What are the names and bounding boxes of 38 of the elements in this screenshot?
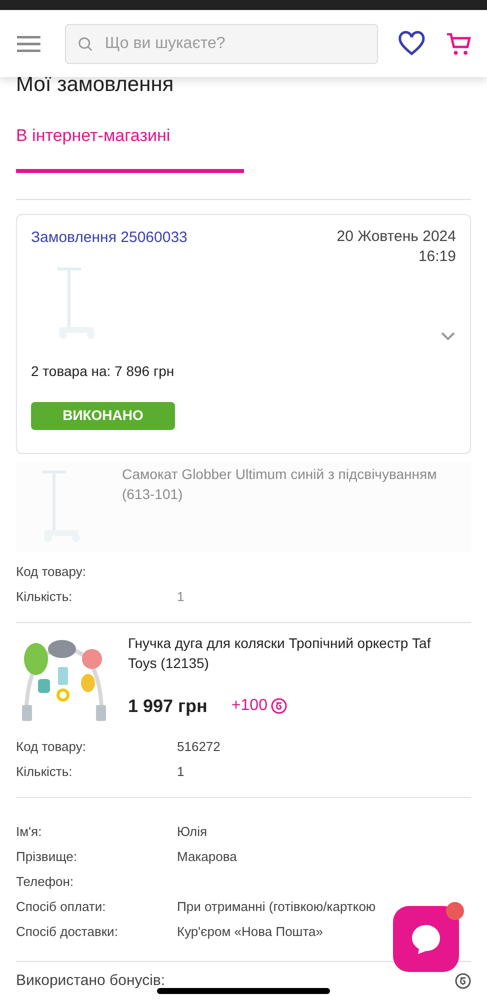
info-label: Спосіб оплати: (16, 898, 107, 914)
product-price: 1 997 грн (128, 694, 208, 718)
bonus-icon (455, 972, 471, 989)
menu-icon[interactable] (16, 34, 42, 52)
bonus-points: +100 (231, 696, 268, 716)
info-value: Макарова (177, 848, 237, 864)
bonus-used-label: Використано бонусів: (16, 970, 166, 990)
info-value: При отриманні (готівкою/карткою (177, 898, 376, 914)
info-label: Прізвище: (16, 848, 78, 864)
info-label: Ім'я: (16, 822, 43, 838)
info-value: Юлія (177, 822, 208, 838)
detail-label: Код товару: (16, 562, 87, 578)
page-title: Мої замовлення (16, 73, 175, 97)
chat-button[interactable] (393, 906, 459, 972)
detail-label: Код товару: (16, 738, 87, 754)
order-time: 16:19 (418, 246, 456, 266)
cart-icon[interactable] (446, 30, 471, 56)
detail-value: 1 (177, 588, 184, 604)
product-name[interactable]: Гнучка дуга для коляски Тропічний оркестр Taf Toys (12135) (128, 632, 463, 672)
info-label: Спосіб доставки: (16, 922, 119, 938)
detail-value: 516272 (177, 738, 220, 754)
order-summary: 2 товара на: 7 896 грн (31, 362, 176, 381)
order-number-link[interactable]: Замовлення 25060033 (31, 226, 188, 266)
search-icon (78, 36, 93, 52)
search-field[interactable]: Що ви шукаєте? (65, 24, 378, 64)
tab[interactable]: В інтернет-магазині (16, 123, 244, 172)
detail-label: Кількість: (16, 762, 74, 778)
bonus-icon (271, 698, 288, 714)
heart-icon[interactable] (398, 30, 426, 56)
order-date: 20 Жовтень 2024 (336, 226, 456, 246)
chat-bubble-icon (409, 922, 443, 956)
detail-value: 1 (177, 762, 184, 778)
chevron-down-icon[interactable] (440, 330, 456, 340)
detail-label: Кількість: (16, 588, 74, 604)
info-label: Телефон: (16, 872, 75, 888)
search-input[interactable]: Що ви шукаєте? (104, 32, 366, 56)
info-value: Кур'єром «Нова Пошта» (177, 922, 324, 938)
status-badge: ВИКОНАНО (31, 402, 175, 430)
